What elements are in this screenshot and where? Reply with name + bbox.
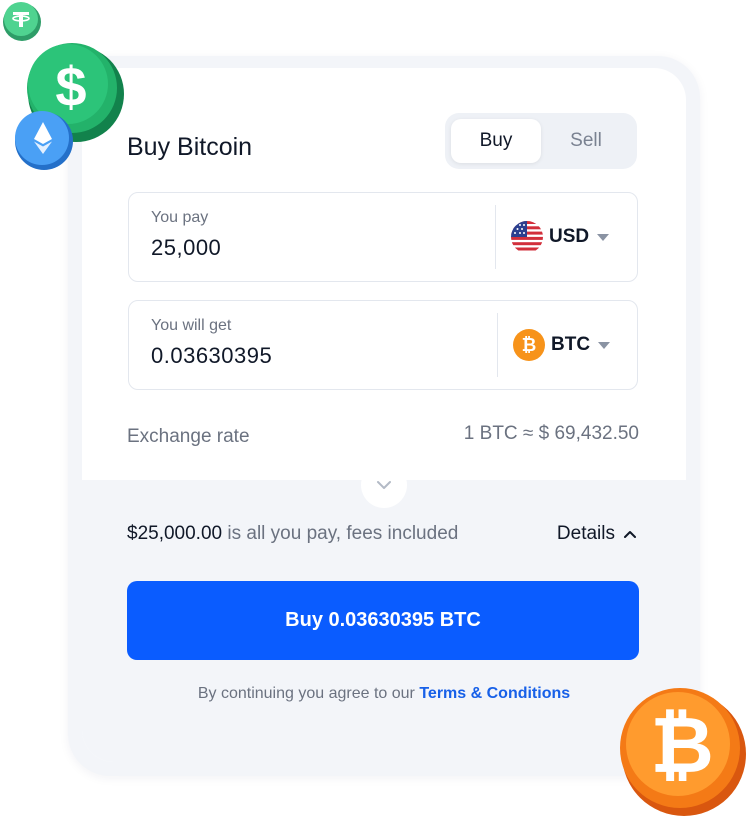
chevron-down-icon bbox=[598, 341, 611, 349]
exchange-rate-value: 1 BTC ≈ $ 69,432.50 bbox=[463, 423, 639, 444]
exchange-rate-label: Exchange rate bbox=[127, 426, 250, 447]
field-divider bbox=[497, 313, 498, 377]
pay-currency-code: USD bbox=[549, 226, 590, 247]
receive-currency-code: BTC bbox=[551, 334, 591, 355]
tether-coin-icon bbox=[3, 2, 41, 41]
buy-sell-toggle: Buy Sell bbox=[445, 113, 637, 169]
bitcoin-coin-icon: ₿ bbox=[620, 688, 746, 816]
receive-currency-select[interactable]: ₿ BTC bbox=[513, 327, 611, 363]
svg-text:₿: ₿ bbox=[522, 335, 537, 355]
chevron-up-icon bbox=[624, 531, 636, 538]
collapse-toggle[interactable] bbox=[361, 462, 407, 508]
us-flag-icon bbox=[511, 221, 543, 253]
widget-title: Buy Bitcoin bbox=[127, 133, 253, 161]
buy-widget-card: Buy Bitcoin Buy Sell You pay 25,000 USD … bbox=[82, 68, 686, 762]
buy-button[interactable]: Buy 0.03630395 BTC bbox=[127, 581, 639, 660]
details-label: Details bbox=[556, 523, 615, 544]
tab-buy[interactable]: Buy bbox=[451, 119, 541, 163]
pay-amount-input[interactable]: 25,000 bbox=[151, 235, 221, 261]
terms-prefix: By continuing you agree to our bbox=[197, 685, 420, 702]
terms-notice: By continuing you agree to our Terms & C… bbox=[82, 685, 686, 703]
bitcoin-icon: ₿ bbox=[513, 329, 545, 361]
pay-currency-select[interactable]: USD bbox=[511, 219, 610, 255]
pay-field-label: You pay bbox=[151, 209, 209, 226]
terms-link[interactable]: Terms & Conditions bbox=[419, 685, 570, 702]
ethereum-coin-icon bbox=[15, 111, 73, 170]
chevron-down-icon bbox=[597, 233, 610, 241]
tab-sell[interactable]: Sell bbox=[541, 119, 631, 163]
fee-summary-text: is all you pay, fees included bbox=[222, 523, 459, 544]
field-divider bbox=[495, 205, 496, 269]
receive-field-label: You will get bbox=[151, 317, 232, 334]
details-toggle[interactable]: Details bbox=[557, 523, 637, 545]
receive-amount-field[interactable]: You will get 0.03630395 ₿ BTC bbox=[128, 300, 638, 390]
pay-amount-field[interactable]: You pay 25,000 USD bbox=[128, 192, 638, 282]
receive-amount-input[interactable]: 0.03630395 bbox=[151, 343, 272, 369]
chevron-down-icon bbox=[377, 481, 391, 489]
total-amount: $25,000.00 bbox=[127, 523, 223, 544]
svg-text:₿: ₿ bbox=[650, 701, 714, 789]
fee-summary: $25,000.00 is all you pay, fees included bbox=[127, 523, 458, 545]
